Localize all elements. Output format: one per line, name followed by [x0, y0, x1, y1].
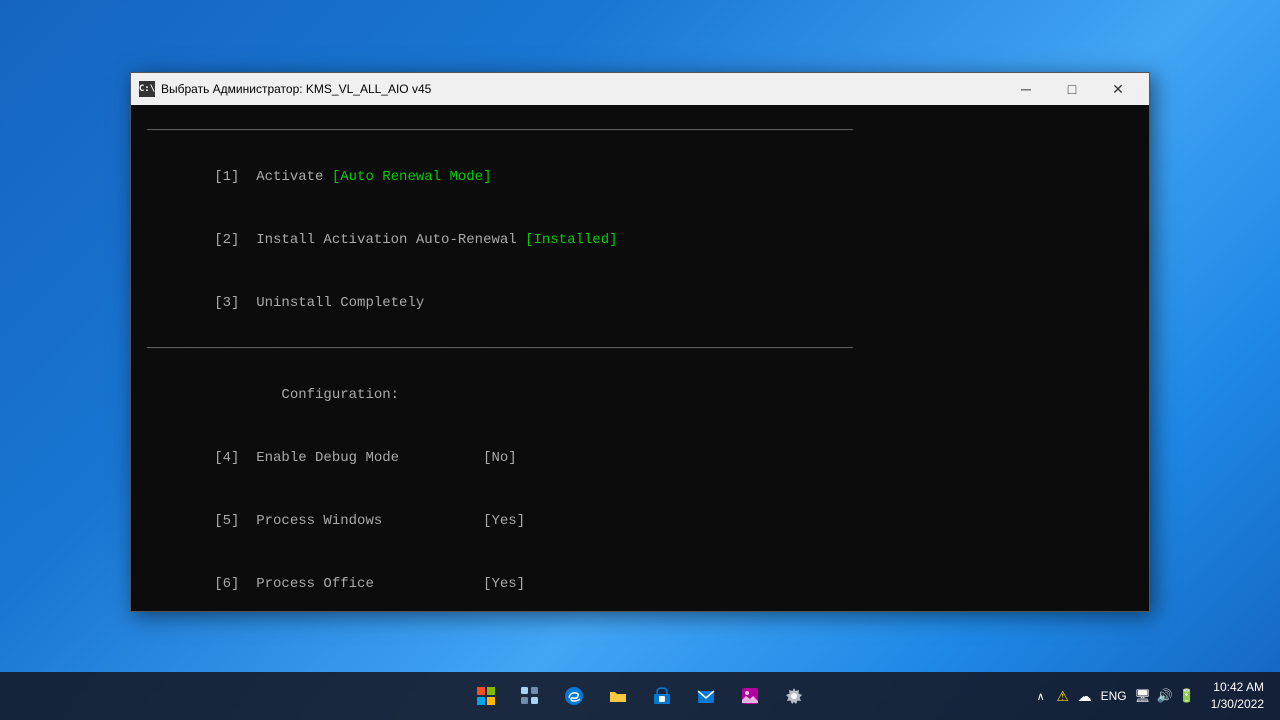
clock-time: 10:42 AM — [1211, 679, 1264, 696]
taskbar-mail-icon[interactable] — [686, 676, 726, 716]
menu-item-3: [3] Uninstall Completely — [147, 272, 1133, 335]
menu-item-1: [1] Activate [Auto Renewal Mode] — [147, 146, 1133, 209]
tray-battery-icon[interactable]: 🔋 — [1177, 686, 1197, 706]
minimize-button[interactable]: ─ — [1003, 73, 1049, 105]
menu-item-4: [4] Enable Debug Mode [No] — [147, 427, 1133, 490]
taskbar-clock[interactable]: 10:42 AM 1/30/2022 — [1203, 679, 1272, 713]
menu-item-2: [2] Install Activation Auto-Renewal [Ins… — [147, 209, 1133, 272]
taskbar-store-icon[interactable] — [642, 676, 682, 716]
taskbar: ∧ ⚠ ☁ ENG 🖥 🔊 🔋 10:42 AM 1/30/2022 — [0, 672, 1280, 720]
tray-volume-icon[interactable]: 🔊 — [1155, 686, 1175, 706]
taskbar-widgets-icon[interactable] — [510, 676, 550, 716]
maximize-button[interactable]: □ — [1049, 73, 1095, 105]
tray-chevron-icon[interactable]: ∧ — [1031, 686, 1051, 706]
cmd-titlebar: C:\ Выбрать Администратор: KMS_VL_ALL_AI… — [131, 73, 1149, 105]
taskbar-right: ∧ ⚠ ☁ ENG 🖥 🔊 🔋 10:42 AM 1/30/2022 — [1031, 679, 1272, 713]
tray-cloud-icon: ☁ — [1075, 686, 1095, 706]
menu-item-6: [6] Process Office [Yes] — [147, 553, 1133, 611]
separator-line-2: ────────────────────────────────────────… — [147, 339, 1133, 360]
cmd-body: ────────────────────────────────────────… — [131, 105, 1149, 611]
taskbar-center — [466, 676, 814, 716]
tray-warning-icon: ⚠ — [1053, 686, 1073, 706]
cmd-window-title: Выбрать Администратор: KMS_VL_ALL_AIO v4… — [161, 82, 1003, 96]
taskbar-start-button[interactable] — [466, 676, 506, 716]
taskbar-edge-icon[interactable] — [554, 676, 594, 716]
cmd-window-controls: ─ □ ✕ — [1003, 73, 1141, 105]
tray-monitor-icon: 🖥 — [1133, 686, 1153, 706]
cmd-window-icon: C:\ — [139, 81, 155, 97]
menu-item-5: [5] Process Windows [Yes] — [147, 490, 1133, 553]
system-tray-group[interactable]: ∧ ⚠ ☁ ENG 🖥 🔊 🔋 — [1031, 686, 1197, 706]
cmd-window: C:\ Выбрать Администратор: KMS_VL_ALL_AI… — [130, 72, 1150, 612]
tray-lang-indicator[interactable]: ENG — [1097, 689, 1131, 703]
clock-date: 1/30/2022 — [1211, 696, 1264, 713]
taskbar-settings-icon[interactable] — [774, 676, 814, 716]
separator-line-1: ────────────────────────────────────────… — [147, 121, 1133, 142]
desktop: C:\ Выбрать Администратор: KMS_VL_ALL_AI… — [0, 0, 1280, 720]
section-configuration: Configuration: — [147, 364, 1133, 427]
taskbar-photos-icon[interactable] — [730, 676, 770, 716]
taskbar-explorer-icon[interactable] — [598, 676, 638, 716]
close-button[interactable]: ✕ — [1095, 73, 1141, 105]
